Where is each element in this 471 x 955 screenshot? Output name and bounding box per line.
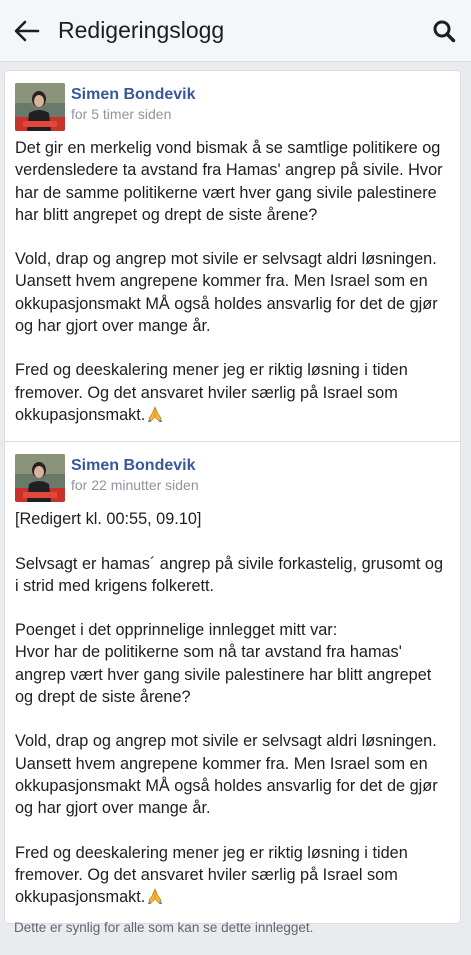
entry-paragraph: Fred og deeskalering mener jeg er riktig… xyxy=(15,359,450,429)
edited-label: [Redigert kl. 00:55, 09.10] xyxy=(15,510,202,529)
folded-hands-emoji-icon xyxy=(146,405,164,429)
avatar[interactable] xyxy=(15,454,65,503)
back-button[interactable] xyxy=(12,16,42,46)
entry-paragraph: Selvsagt er hamas´ angrep på sivile fork… xyxy=(15,554,444,595)
edit-history-card: Simen Bondevik for 5 timer siden Det gir… xyxy=(4,70,461,925)
timestamp[interactable]: for 22 minutter siden xyxy=(71,476,199,495)
arrow-left-icon xyxy=(14,20,40,41)
author-name[interactable]: Simen Bondevik xyxy=(71,85,195,105)
entry-paragraph-text: Fred og deeskalering mener jeg er riktig… xyxy=(15,843,408,907)
edit-entry: Simen Bondevik for 5 timer siden Det gir… xyxy=(5,71,460,441)
entry-body: [Redigert kl. 00:55, 09.10] Selvsagt er … xyxy=(15,508,450,911)
avatar[interactable] xyxy=(15,83,65,131)
entry-paragraph: Fred og deeskalering mener jeg er riktig… xyxy=(15,842,450,912)
edit-entry: Simen Bondevik for 22 minutter siden [Re… xyxy=(5,441,460,923)
entry-paragraph: Vold, drap og angrep mot sivile er selvs… xyxy=(15,250,438,336)
entry-body: Det gir en merkelig vond bismak å se sam… xyxy=(15,137,450,429)
app-header: Redigeringslogg xyxy=(0,0,471,62)
page-title: Redigeringslogg xyxy=(58,17,225,43)
search-icon xyxy=(433,20,456,42)
entry-paragraph: Det gir en merkelig vond bismak å se sam… xyxy=(15,139,443,224)
visibility-note: Dette er synlig for alle som kan se dett… xyxy=(14,920,314,935)
entry-paragraph: Poenget i det opprinnelige innlegget mit… xyxy=(15,621,338,640)
entry-meta: Simen Bondevik for 5 timer siden xyxy=(15,83,450,131)
entry-meta: Simen Bondevik for 22 minutter siden xyxy=(15,454,450,503)
entry-paragraph-text: Fred og deeskalering mener jeg er riktig… xyxy=(15,361,408,424)
timestamp[interactable]: for 5 timer siden xyxy=(71,105,195,124)
entry-paragraph: Vold, drap og angrep mot sivile er selvs… xyxy=(15,732,438,818)
search-button[interactable] xyxy=(429,16,459,46)
author-name[interactable]: Simen Bondevik xyxy=(71,456,199,476)
entry-paragraph: Hvor har de politikerne som nå tar avsta… xyxy=(15,643,432,707)
folded-hands-emoji-icon xyxy=(146,887,164,911)
